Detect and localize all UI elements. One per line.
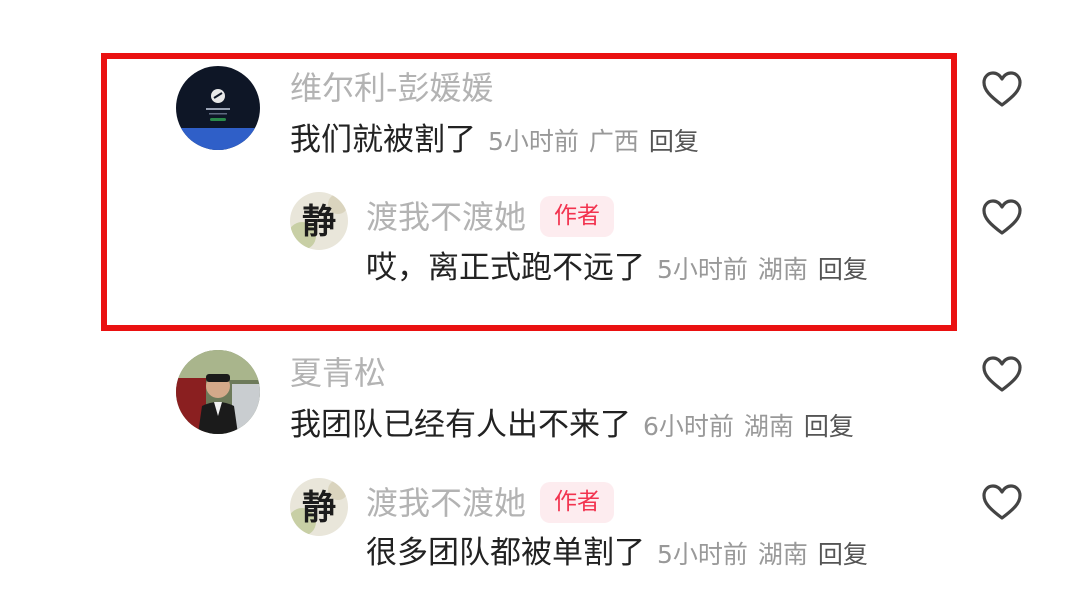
user-avatar[interactable] <box>176 350 260 434</box>
comment-location: 湖南 <box>743 412 794 441</box>
author-avatar[interactable]: 静 <box>290 192 348 250</box>
reply-location: 湖南 <box>757 255 808 284</box>
reply-body-row: 很多团队都被单割了 5小时前 湖南 回复 <box>366 535 868 571</box>
reply-header: 渡我不渡她 作者 <box>366 196 615 237</box>
user-avatar[interactable] <box>176 66 260 150</box>
heart-outline-icon[interactable] <box>980 354 1024 394</box>
comment-body-row: 我团队已经有人出不来了 6小时前 湖南 回复 <box>290 407 854 443</box>
reply-header: 渡我不渡她 作者 <box>366 482 615 523</box>
reply-text: 很多团队都被单割了 <box>366 535 645 571</box>
reply-location: 湖南 <box>757 540 808 569</box>
comment-username[interactable]: 维尔利-彭媛媛 <box>290 70 494 106</box>
author-avatar-glyph: 静 <box>302 202 336 242</box>
reply-button[interactable]: 回复 <box>649 122 699 158</box>
author-avatar-glyph: 静 <box>302 488 336 528</box>
author-avatar[interactable]: 静 <box>290 478 348 536</box>
comment-text: 我团队已经有人出不来了 <box>290 407 631 443</box>
reply-text: 哎，离正式跑不远了 <box>366 250 645 286</box>
comment-body-row: 我们就被割了 5小时前 广西 回复 <box>290 122 699 158</box>
reply-body-row: 哎，离正式跑不远了 5小时前 湖南 回复 <box>366 250 868 286</box>
author-badge: 作者 <box>540 482 615 523</box>
author-badge: 作者 <box>540 196 615 237</box>
reply-time: 5小时前 <box>657 255 748 284</box>
comment-time: 6小时前 <box>643 412 734 441</box>
comment-time: 5小时前 <box>488 127 579 156</box>
comment-location: 广西 <box>588 127 639 156</box>
reply-username[interactable]: 渡我不渡她 <box>366 199 526 235</box>
heart-outline-icon[interactable] <box>980 482 1024 522</box>
reply-username[interactable]: 渡我不渡她 <box>366 485 526 521</box>
reply-button[interactable]: 回复 <box>804 407 854 443</box>
comment-text: 我们就被割了 <box>290 122 476 158</box>
heart-outline-icon[interactable] <box>980 69 1024 109</box>
reply-time: 5小时前 <box>657 540 748 569</box>
reply-button[interactable]: 回复 <box>818 535 868 571</box>
comment-username[interactable]: 夏青松 <box>290 355 386 391</box>
reply-button[interactable]: 回复 <box>818 250 868 286</box>
heart-outline-icon[interactable] <box>980 197 1024 237</box>
